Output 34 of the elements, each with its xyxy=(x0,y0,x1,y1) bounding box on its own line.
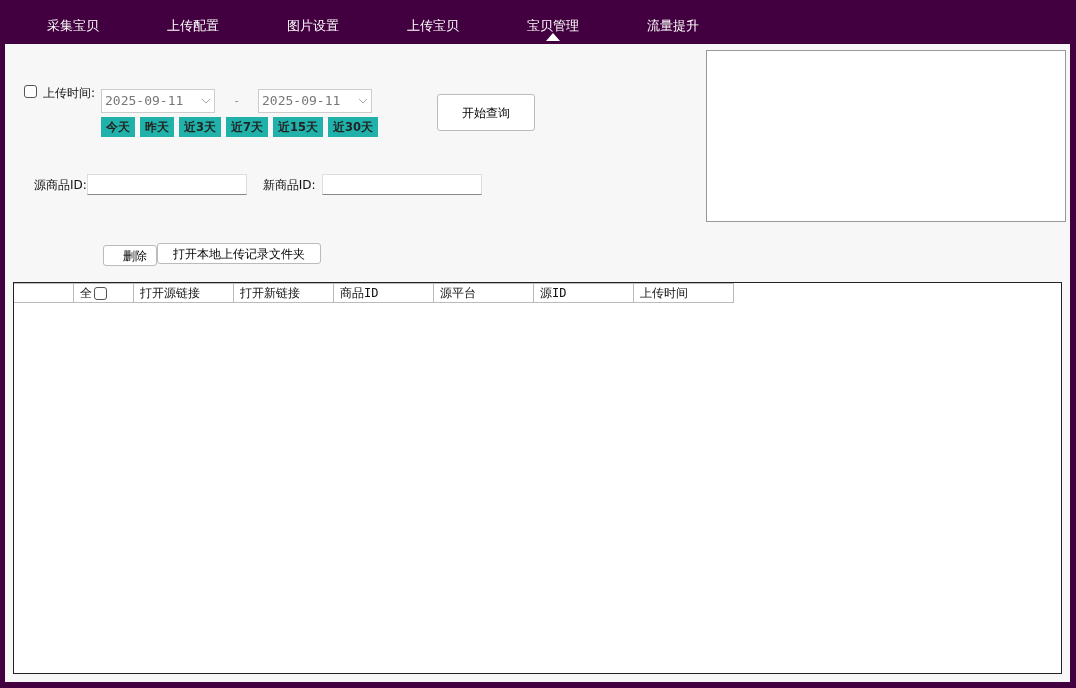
quick-range-button[interactable]: 近3天 xyxy=(179,117,222,137)
open-folder-button[interactable]: 打开本地上传记录文件夹 xyxy=(157,243,321,264)
date-to-field[interactable]: 2025-09-11 xyxy=(258,89,373,113)
nav-tab[interactable]: 宝贝管理 xyxy=(493,0,613,44)
quick-range-button[interactable]: 近7天 xyxy=(226,117,269,137)
delete-button[interactable]: 删除 xyxy=(103,245,157,266)
column-header: 源平台 xyxy=(434,283,534,303)
column-header: 打开新链接 xyxy=(234,283,334,303)
nav-tab[interactable]: 上传宝贝 xyxy=(373,0,493,44)
chevron-down-icon xyxy=(358,98,369,104)
new-id-label: 新商品ID: xyxy=(262,176,316,194)
chevron-down-icon xyxy=(201,98,212,104)
column-header: 打开源链接 xyxy=(134,283,234,303)
select-all-checkbox[interactable] xyxy=(94,286,107,300)
quick-range-button[interactable]: 昨天 xyxy=(140,117,175,137)
column-header: 源ID xyxy=(534,283,634,303)
quick-range-button[interactable]: 近15天 xyxy=(273,117,324,137)
column-header: 上传时间 xyxy=(634,283,734,303)
source-id-field[interactable] xyxy=(86,174,247,195)
nav-tab[interactable]: 上传配置 xyxy=(133,0,253,44)
start-query-button[interactable]: 开始查询 xyxy=(437,94,536,131)
upload-time-label: 上传时间: xyxy=(43,85,96,102)
date-from-field[interactable]: 2025-09-11 xyxy=(101,89,216,113)
column-header: 商品ID xyxy=(334,283,434,303)
quick-range-button[interactable]: 近30天 xyxy=(328,117,379,137)
source-id-label: 源商品ID: xyxy=(34,176,87,194)
new-id-field[interactable] xyxy=(321,174,482,195)
checkbox[interactable] xyxy=(24,85,37,98)
nav-tab[interactable]: 采集宝贝 xyxy=(13,0,133,44)
column-header: 全 xyxy=(80,285,92,302)
nav-tab[interactable]: 图片设置 xyxy=(253,0,373,44)
quick-range-button[interactable]: 今天 xyxy=(101,117,136,137)
date-separator: - xyxy=(233,93,240,110)
nav-tab[interactable]: 流量提升 xyxy=(613,0,733,44)
